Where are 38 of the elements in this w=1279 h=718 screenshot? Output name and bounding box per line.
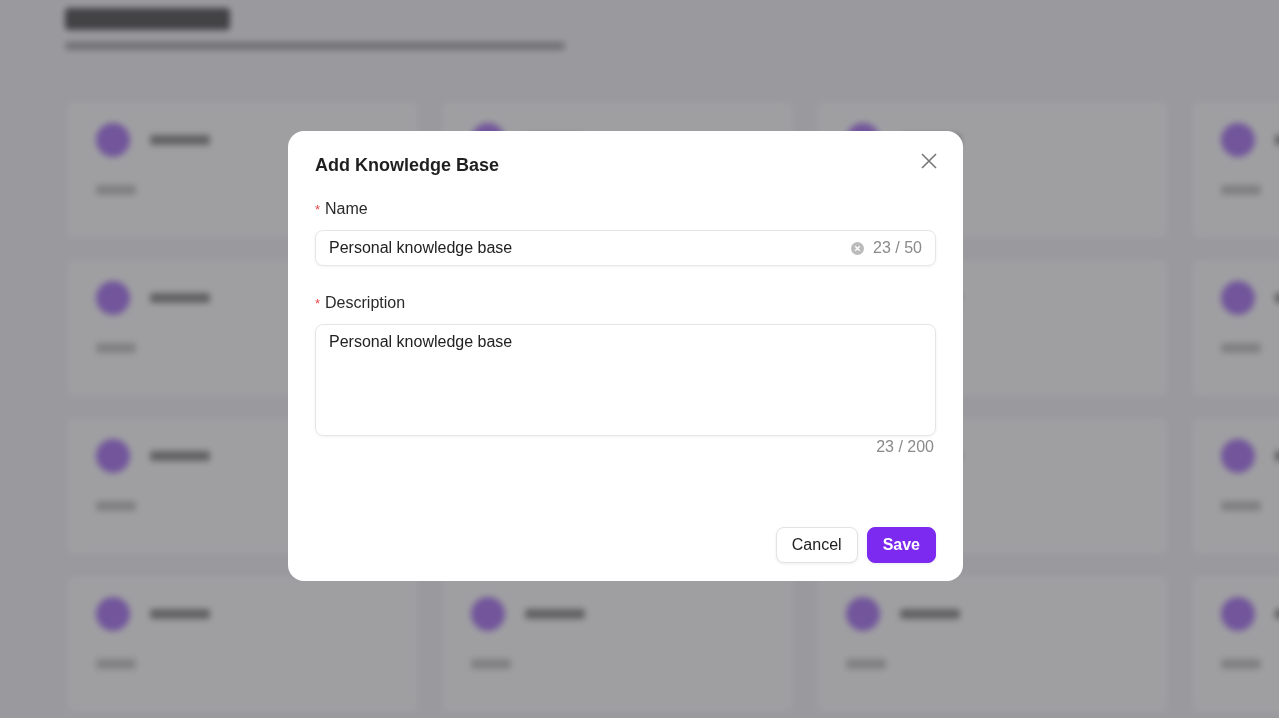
avatar-icon [471,597,505,631]
blurred-text [471,659,511,669]
blurred-text [525,609,585,619]
blurred-text [1221,185,1261,195]
name-input[interactable]: Personal knowledge base 23 / 50 [315,230,936,266]
character-count: 23 / 200 [876,438,934,456]
blurred-text [1221,659,1261,669]
blurred-text [96,185,136,195]
avatar-icon [96,597,130,631]
avatar-icon [96,439,130,473]
field-label: Name [325,200,368,218]
avatar-icon [1221,597,1255,631]
blurred-text [96,501,136,511]
required-mark: * [315,202,321,217]
blurred-text [1221,343,1261,353]
blurred-text [150,609,210,619]
cancel-button[interactable]: Cancel [775,527,858,563]
dialog-title: Add Knowledge Base [315,155,500,176]
blurred-text [96,343,136,353]
avatar-icon [846,597,880,631]
blurred-text [96,659,136,669]
avatar-icon [1221,123,1255,157]
avatar-icon [96,123,130,157]
save-button[interactable]: Save [866,527,936,563]
blurred-text [150,451,210,461]
required-mark: * [315,296,321,311]
blurred-text [900,609,960,619]
avatar-icon [96,281,130,315]
field-label: Description [325,294,406,312]
character-count: 23 / 50 [873,239,922,257]
close-icon[interactable] [921,153,937,169]
blurred-text [846,659,886,669]
avatar-icon [1221,281,1255,315]
blurred-text [1221,501,1261,511]
blurred-text [150,135,210,145]
description-textarea[interactable]: Personal knowledge base [315,324,936,436]
blurred-text [150,293,210,303]
avatar-icon [1221,439,1255,473]
